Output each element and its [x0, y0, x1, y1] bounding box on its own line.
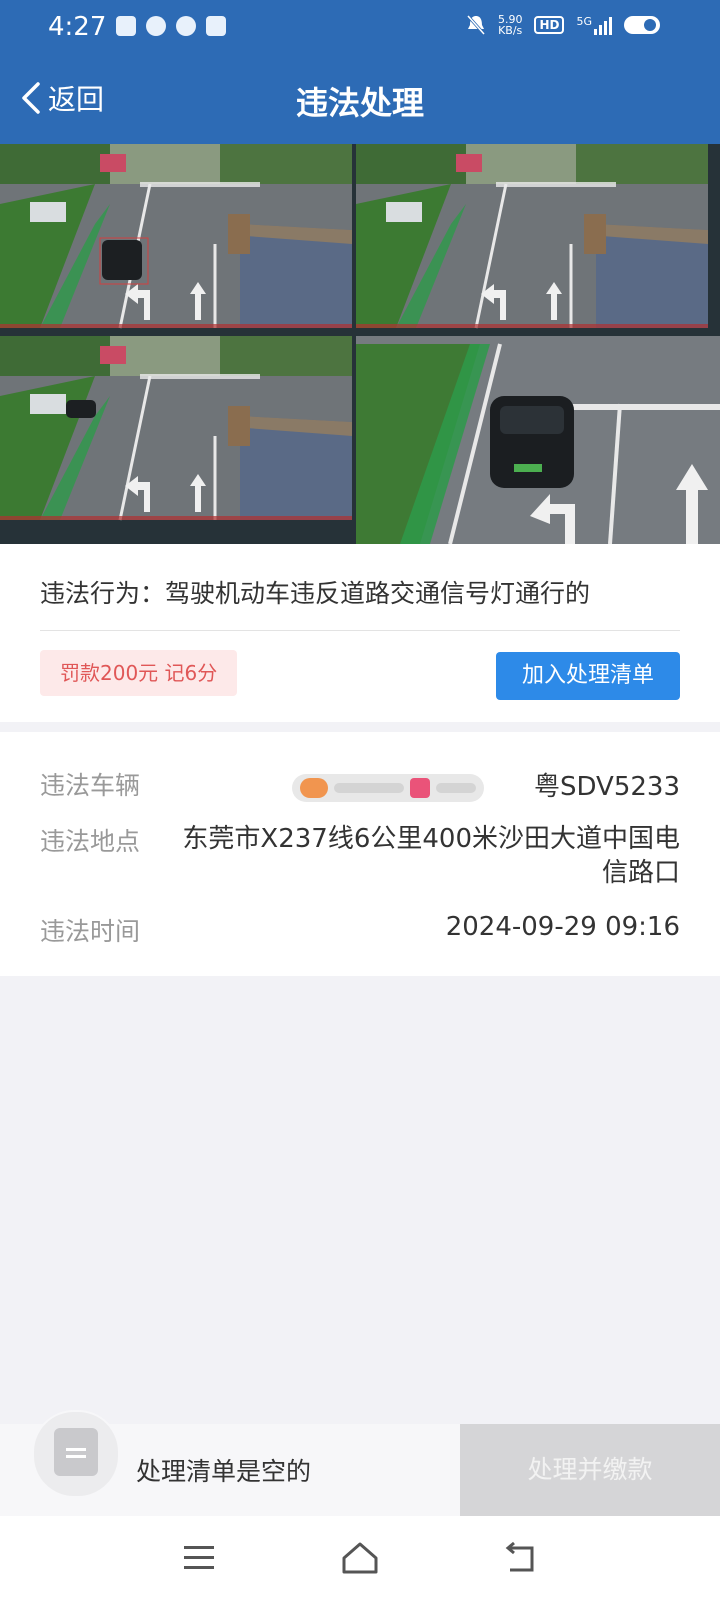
- back-nav-icon[interactable]: [500, 1540, 540, 1576]
- home-icon[interactable]: [340, 1540, 380, 1576]
- hd-badge: HD: [534, 16, 565, 34]
- title-bar: 返回 违法处理: [0, 56, 720, 144]
- violation-behavior: 违法行为：驾驶机动车违反道路交通信号灯通行的: [40, 579, 591, 608]
- fine-badge: 罚款200元 记6分: [40, 650, 238, 696]
- baidu-icon: [206, 16, 226, 36]
- list-icon: [54, 1428, 98, 1476]
- status-bar: 4:27 5.90 KB/s HD 5G: [0, 0, 720, 56]
- watermark-logo-icon: [300, 778, 328, 798]
- violation-details-card: 违法车辆 粤SDV5233 违法地点 东莞市X237线6公里400米沙田大道中国…: [0, 732, 720, 976]
- violation-photo: [0, 144, 720, 544]
- mute-icon: [466, 15, 486, 35]
- location-value: 东莞市X237线6公里400米沙田大道中国电信路口: [182, 824, 680, 888]
- watermark-badge-icon: [410, 778, 430, 798]
- signal-label: 5G: [576, 15, 592, 28]
- vehicle-plate: 粤SDV5233: [533, 772, 680, 802]
- notification-icons: [116, 16, 226, 36]
- bottom-action-bar: 处理清单是空的 处理并缴款: [0, 1410, 720, 1516]
- wechat-icon: [176, 16, 196, 36]
- page-title: 违法处理: [295, 84, 424, 122]
- divider: [40, 630, 680, 631]
- battery-icon: [624, 16, 660, 34]
- vehicle-label: 违法车辆: [40, 771, 141, 800]
- signal-icon: 5G: [576, 15, 612, 35]
- violation-photo-carousel[interactable]: [0, 144, 720, 544]
- time-value: 2024-09-29 09:16: [445, 912, 680, 942]
- net-speed: 5.90 KB/s: [498, 14, 523, 36]
- process-list-button[interactable]: [32, 1410, 120, 1498]
- process-and-pay-button[interactable]: 处理并缴款: [460, 1424, 720, 1516]
- chat-bubble-icon: [146, 16, 166, 36]
- violation-summary-card: 违法行为：驾驶机动车违反道路交通信号灯通行的 罚款200元 记6分 加入处理清单: [0, 544, 720, 722]
- app-icon: [116, 16, 136, 36]
- list-empty-text: 处理清单是空的: [136, 1457, 312, 1486]
- time-label: 违法时间: [40, 917, 141, 946]
- add-to-list-button[interactable]: 加入处理清单: [496, 652, 680, 700]
- watermark-logo: [292, 774, 484, 802]
- location-label: 违法地点: [40, 827, 141, 856]
- time-row: 违法时间 2024-09-29 09:16: [40, 912, 680, 948]
- menu-icon[interactable]: [180, 1540, 220, 1576]
- status-time: 4:27: [48, 12, 107, 42]
- net-speed-unit: KB/s: [498, 24, 523, 37]
- system-status: 5.90 KB/s HD 5G: [466, 14, 660, 36]
- system-navigation-bar: [0, 1516, 720, 1600]
- location-row: 违法地点 东莞市X237线6公里400米沙田大道中国电信路口: [40, 822, 680, 890]
